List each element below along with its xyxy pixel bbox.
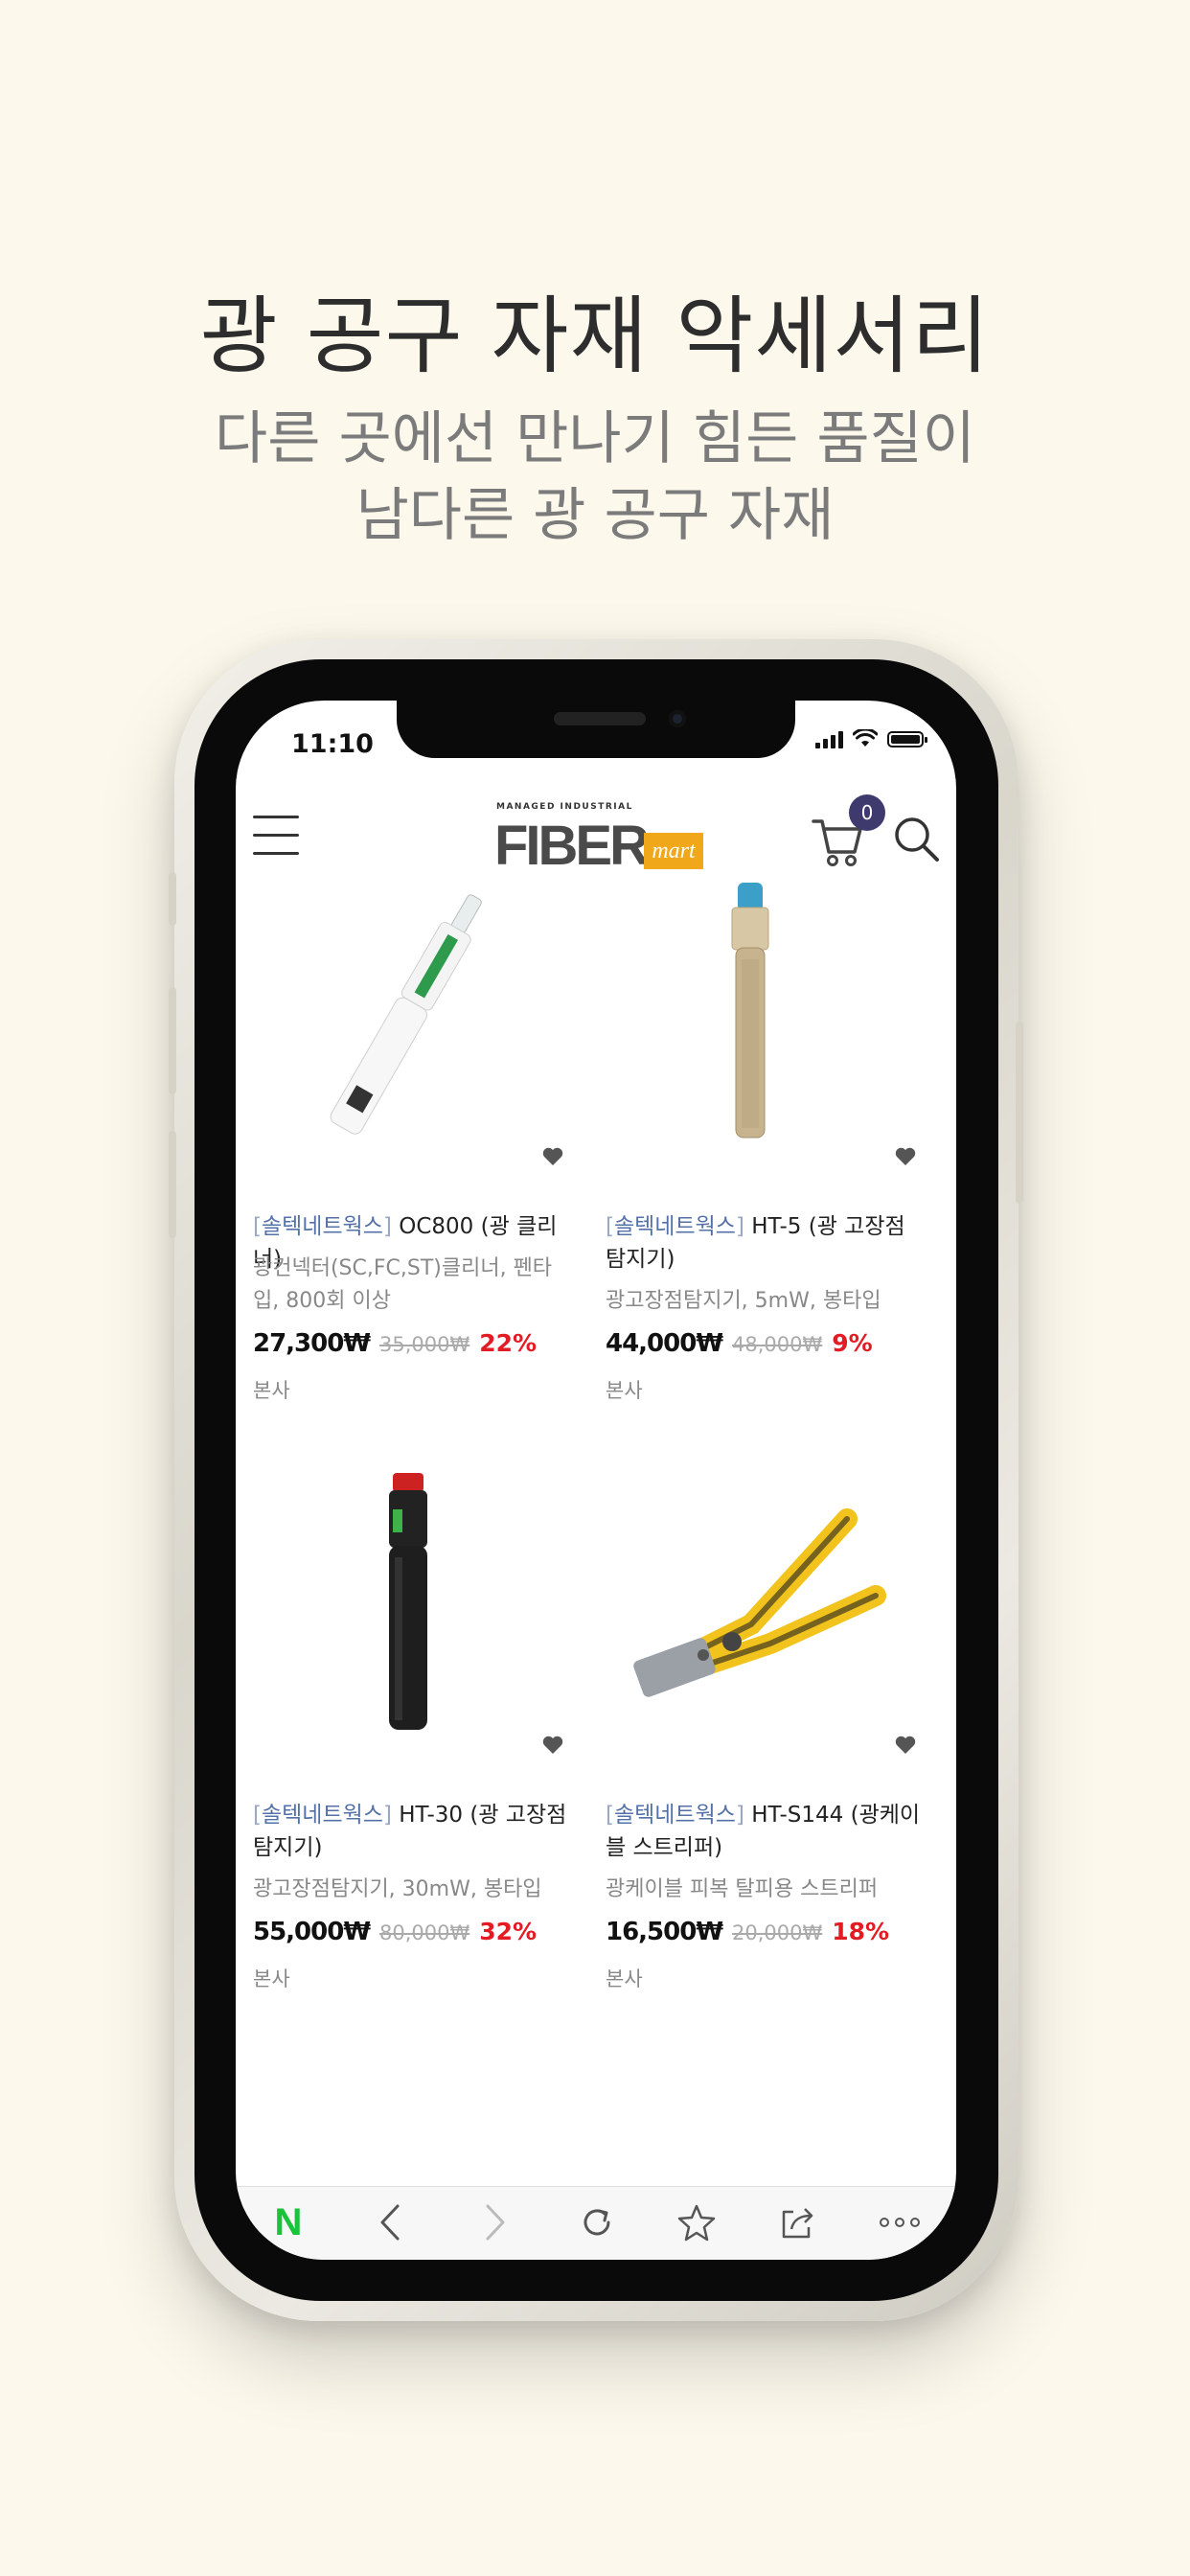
speaker bbox=[554, 712, 646, 725]
product-description: 광고장점탐지기, 5mW, 봉타입 bbox=[606, 1289, 881, 1313]
product-price-row: 16,500₩ 20,000₩ 18% bbox=[606, 1918, 889, 1946]
refresh-icon[interactable] bbox=[573, 2200, 621, 2244]
promo-subtitle-line2: 남다른 광 공구 자재 bbox=[355, 482, 835, 549]
product-price: 55,000₩ bbox=[253, 1918, 371, 1946]
forward-icon[interactable] bbox=[471, 2200, 519, 2244]
product-card[interactable]: [솔텍네트웍스] HT-S144 (광케이블 스트리퍼) 광케이블 피복 탈피용… bbox=[588, 1452, 933, 1990]
product-card[interactable]: [솔텍네트웍스] HT-30 (광 고장점탐지기) 광고장점탐지기, 30mW,… bbox=[236, 1452, 581, 1990]
promo-subtitle: 다른 곳에선 만나기 힘든 품질이 남다른 광 공구 자재 bbox=[0, 401, 1190, 554]
wishlist-heart-icon[interactable] bbox=[895, 1736, 916, 1755]
product-original-price: 80,000₩ bbox=[379, 1921, 470, 1944]
product-store: 본사 bbox=[253, 1967, 290, 1990]
product-title[interactable]: [솔텍네트웍스] HT-S144 (광케이블 스트리퍼) bbox=[606, 1799, 922, 1864]
product-description: 광컨넥터(SC,FC,ST)클리너, 펜타입, 800회 이상 bbox=[253, 1256, 553, 1313]
product-price-row: 44,000₩ 48,000₩ 9% bbox=[606, 1329, 873, 1358]
wishlist-heart-icon[interactable] bbox=[895, 1147, 916, 1166]
product-price: 16,500₩ bbox=[606, 1918, 723, 1946]
status-time: 11:10 bbox=[291, 729, 374, 759]
battery-icon bbox=[887, 730, 927, 748]
product-discount: 32% bbox=[479, 1918, 538, 1945]
notch bbox=[397, 701, 795, 758]
product-brand[interactable]: [솔텍네트웍스] bbox=[606, 1214, 744, 1239]
product-image-stripper[interactable] bbox=[588, 1452, 933, 1778]
product-price-row: 55,000₩ 80,000₩ 32% bbox=[253, 1918, 537, 1946]
product-card[interactable]: [솔텍네트웍스] OC800 (광 클리너) 광컨넥터(SC,FC,ST)클리너… bbox=[236, 863, 581, 1402]
product-store: 본사 bbox=[606, 1379, 643, 1402]
product-brand[interactable]: [솔텍네트웍스] bbox=[253, 1214, 392, 1239]
status-icons bbox=[815, 729, 927, 748]
more-icon[interactable] bbox=[876, 2200, 924, 2244]
naver-home-icon[interactable]: N bbox=[264, 2200, 312, 2244]
product-price-row: 27,300₩ 35,000₩ 22% bbox=[253, 1329, 537, 1358]
phone-silent-switch bbox=[169, 872, 176, 926]
promo-title: 광 공구 자재 악세서리 bbox=[199, 287, 991, 385]
share-icon[interactable] bbox=[774, 2200, 822, 2244]
promo-subtitle-line1: 다른 곳에선 만나기 힘든 품질이 bbox=[215, 405, 975, 472]
product-price: 27,300₩ bbox=[253, 1329, 371, 1358]
phone-volume-up bbox=[169, 987, 176, 1094]
phone-screen: 11:10 MANAGED INDUSTRIAL FIBER mart 0 [솔… bbox=[236, 701, 956, 2260]
front-camera bbox=[669, 710, 686, 727]
signal-icon bbox=[815, 729, 843, 748]
wishlist-heart-icon[interactable] bbox=[542, 1736, 563, 1755]
search-icon[interactable] bbox=[893, 812, 941, 865]
cart-count-badge: 0 bbox=[849, 794, 885, 831]
product-store: 본사 bbox=[606, 1967, 643, 1990]
wifi-icon bbox=[853, 729, 878, 747]
browser-toolbar: N bbox=[236, 2186, 956, 2260]
product-price: 44,000₩ bbox=[606, 1329, 723, 1358]
product-image-cleaner[interactable] bbox=[236, 863, 581, 1189]
product-image-fault-locator[interactable] bbox=[588, 863, 933, 1189]
product-description: 광케이블 피복 탈피용 스트리퍼 bbox=[606, 1877, 879, 1901]
product-original-price: 35,000₩ bbox=[379, 1333, 470, 1356]
product-title[interactable]: [솔텍네트웍스] HT-30 (광 고장점탐지기) bbox=[253, 1799, 569, 1864]
product-title[interactable]: [솔텍네트웍스] HT-5 (광 고장점탐지기) bbox=[606, 1210, 922, 1276]
product-discount: 9% bbox=[832, 1329, 873, 1357]
product-brand[interactable]: [솔텍네트웍스] bbox=[253, 1803, 392, 1828]
product-original-price: 48,000₩ bbox=[732, 1333, 823, 1356]
product-original-price: 20,000₩ bbox=[732, 1921, 823, 1944]
phone-volume-down bbox=[169, 1131, 176, 1238]
product-brand[interactable]: [솔텍네트웍스] bbox=[606, 1803, 744, 1828]
menu-icon[interactable] bbox=[253, 816, 299, 858]
product-store: 본사 bbox=[253, 1379, 290, 1402]
product-description: 광고장점탐지기, 30mW, 봉타입 bbox=[253, 1877, 542, 1901]
product-image-fault-locator[interactable] bbox=[236, 1452, 581, 1778]
phone-power-button bbox=[1016, 1022, 1023, 1204]
bookmark-star-icon[interactable] bbox=[673, 2200, 721, 2244]
wishlist-heart-icon[interactable] bbox=[542, 1147, 563, 1166]
back-icon[interactable] bbox=[366, 2200, 414, 2244]
product-discount: 18% bbox=[832, 1918, 890, 1945]
product-card[interactable]: [솔텍네트웍스] HT-5 (광 고장점탐지기) 광고장점탐지기, 5mW, 봉… bbox=[588, 863, 933, 1402]
product-discount: 22% bbox=[479, 1329, 538, 1357]
